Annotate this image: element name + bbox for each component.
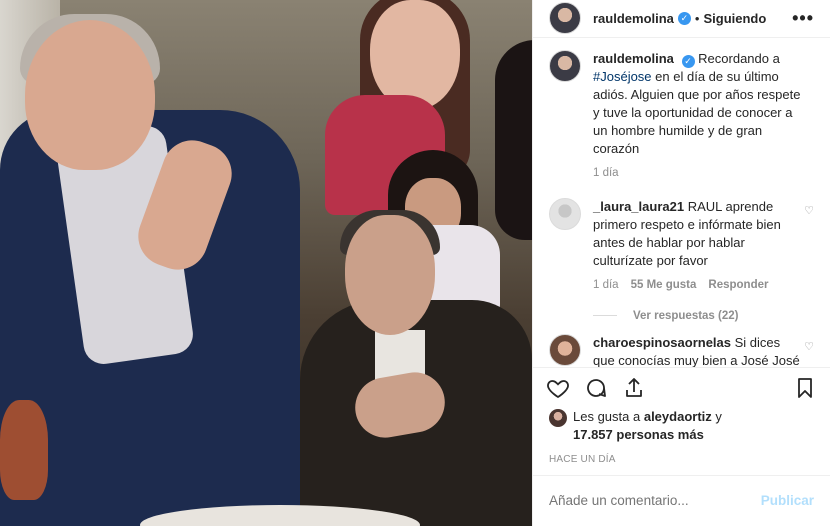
share-icon[interactable]	[621, 375, 647, 401]
verified-badge-icon: ✓	[677, 11, 691, 25]
comment-username[interactable]: charoespinosaornelas	[593, 335, 731, 350]
caption-time[interactable]: 1 día	[593, 164, 619, 182]
comment-likes[interactable]: 55 Me gusta	[631, 276, 697, 294]
comment-input[interactable]	[549, 493, 761, 509]
likes-text: Les gusta a aleydaortiz y 17.857 persona…	[573, 408, 722, 444]
photo-person-hair	[495, 40, 532, 240]
avatar[interactable]	[549, 2, 581, 35]
photo-decoration	[0, 400, 48, 500]
post-timestamp[interactable]: HACE UN DÍA	[533, 444, 830, 475]
comment-body: charoespinosaornelas Si dices que conocí…	[593, 334, 803, 368]
comment-meta: 1 día 55 Me gusta Responder	[593, 276, 803, 294]
separator-dot: •	[694, 10, 700, 26]
post-image[interactable]	[0, 0, 532, 526]
reply-button[interactable]: Responder	[708, 276, 768, 294]
likes-count[interactable]: 17.857 personas más	[573, 427, 704, 442]
following-button[interactable]: Siguiendo	[703, 11, 766, 26]
comment-like-heart-icon[interactable]: ♡	[804, 340, 814, 353]
add-comment-bar: Publicar	[533, 474, 830, 526]
replies-line	[593, 315, 617, 317]
likes-prefix: Les gusta a	[573, 408, 641, 424]
comment-icon[interactable]	[583, 375, 609, 401]
post-comment-button[interactable]: Publicar	[761, 493, 814, 508]
more-options-icon[interactable]: •••	[792, 8, 814, 29]
post-header: rauldemolina ✓ • Siguiendo •••	[533, 0, 830, 38]
avatar[interactable]	[549, 333, 581, 366]
comment-time[interactable]: 1 día	[593, 276, 619, 294]
photo-man-face	[345, 215, 435, 335]
view-replies[interactable]: Ver respuestas (22)	[593, 310, 814, 322]
comment-username[interactable]: _laura_laura21	[593, 199, 684, 214]
caption-meta: 1 día	[593, 164, 803, 182]
comment-item: _laura_laura21 RAUL aprende primero resp…	[549, 197, 814, 300]
view-replies-label[interactable]: Ver respuestas (22)	[633, 310, 738, 322]
likes-middle: y	[715, 408, 722, 424]
comment-like-heart-icon[interactable]: ♡	[804, 204, 814, 217]
photo-person-face	[370, 0, 460, 110]
author-username[interactable]: rauldemolina	[593, 11, 674, 26]
heart-icon[interactable]	[545, 375, 571, 401]
likes-summary: Les gusta a aleydaortiz y 17.857 persona…	[533, 408, 830, 444]
caption: rauldemolina ✓ Recordando a #Joséjose en…	[549, 49, 814, 188]
comments-list[interactable]: rauldemolina ✓ Recordando a #Joséjose en…	[533, 38, 830, 368]
liker-username[interactable]: aleydaortiz	[644, 409, 712, 424]
caption-text-before: Recordando a	[698, 50, 780, 66]
post-side-panel: rauldemolina ✓ • Siguiendo ••• rauldemol…	[532, 0, 830, 526]
comment-item: charoespinosaornelas Si dices que conocí…	[549, 333, 814, 368]
avatar[interactable]	[549, 408, 567, 427]
post-viewer: rauldemolina ✓ • Siguiendo ••• rauldemol…	[0, 0, 830, 526]
caption-username[interactable]: rauldemolina	[593, 51, 674, 66]
avatar[interactable]	[549, 49, 581, 82]
verified-badge-icon: ✓	[681, 54, 695, 68]
hashtag-link[interactable]: #Joséjose	[593, 69, 652, 84]
photo-man-face	[25, 20, 155, 170]
action-bar	[533, 367, 830, 407]
bookmark-icon[interactable]	[792, 375, 818, 401]
avatar[interactable]	[549, 197, 581, 230]
caption-body: rauldemolina ✓ Recordando a #Joséjose en…	[593, 50, 803, 188]
comment-body: _laura_laura21 RAUL aprende primero resp…	[593, 198, 803, 300]
